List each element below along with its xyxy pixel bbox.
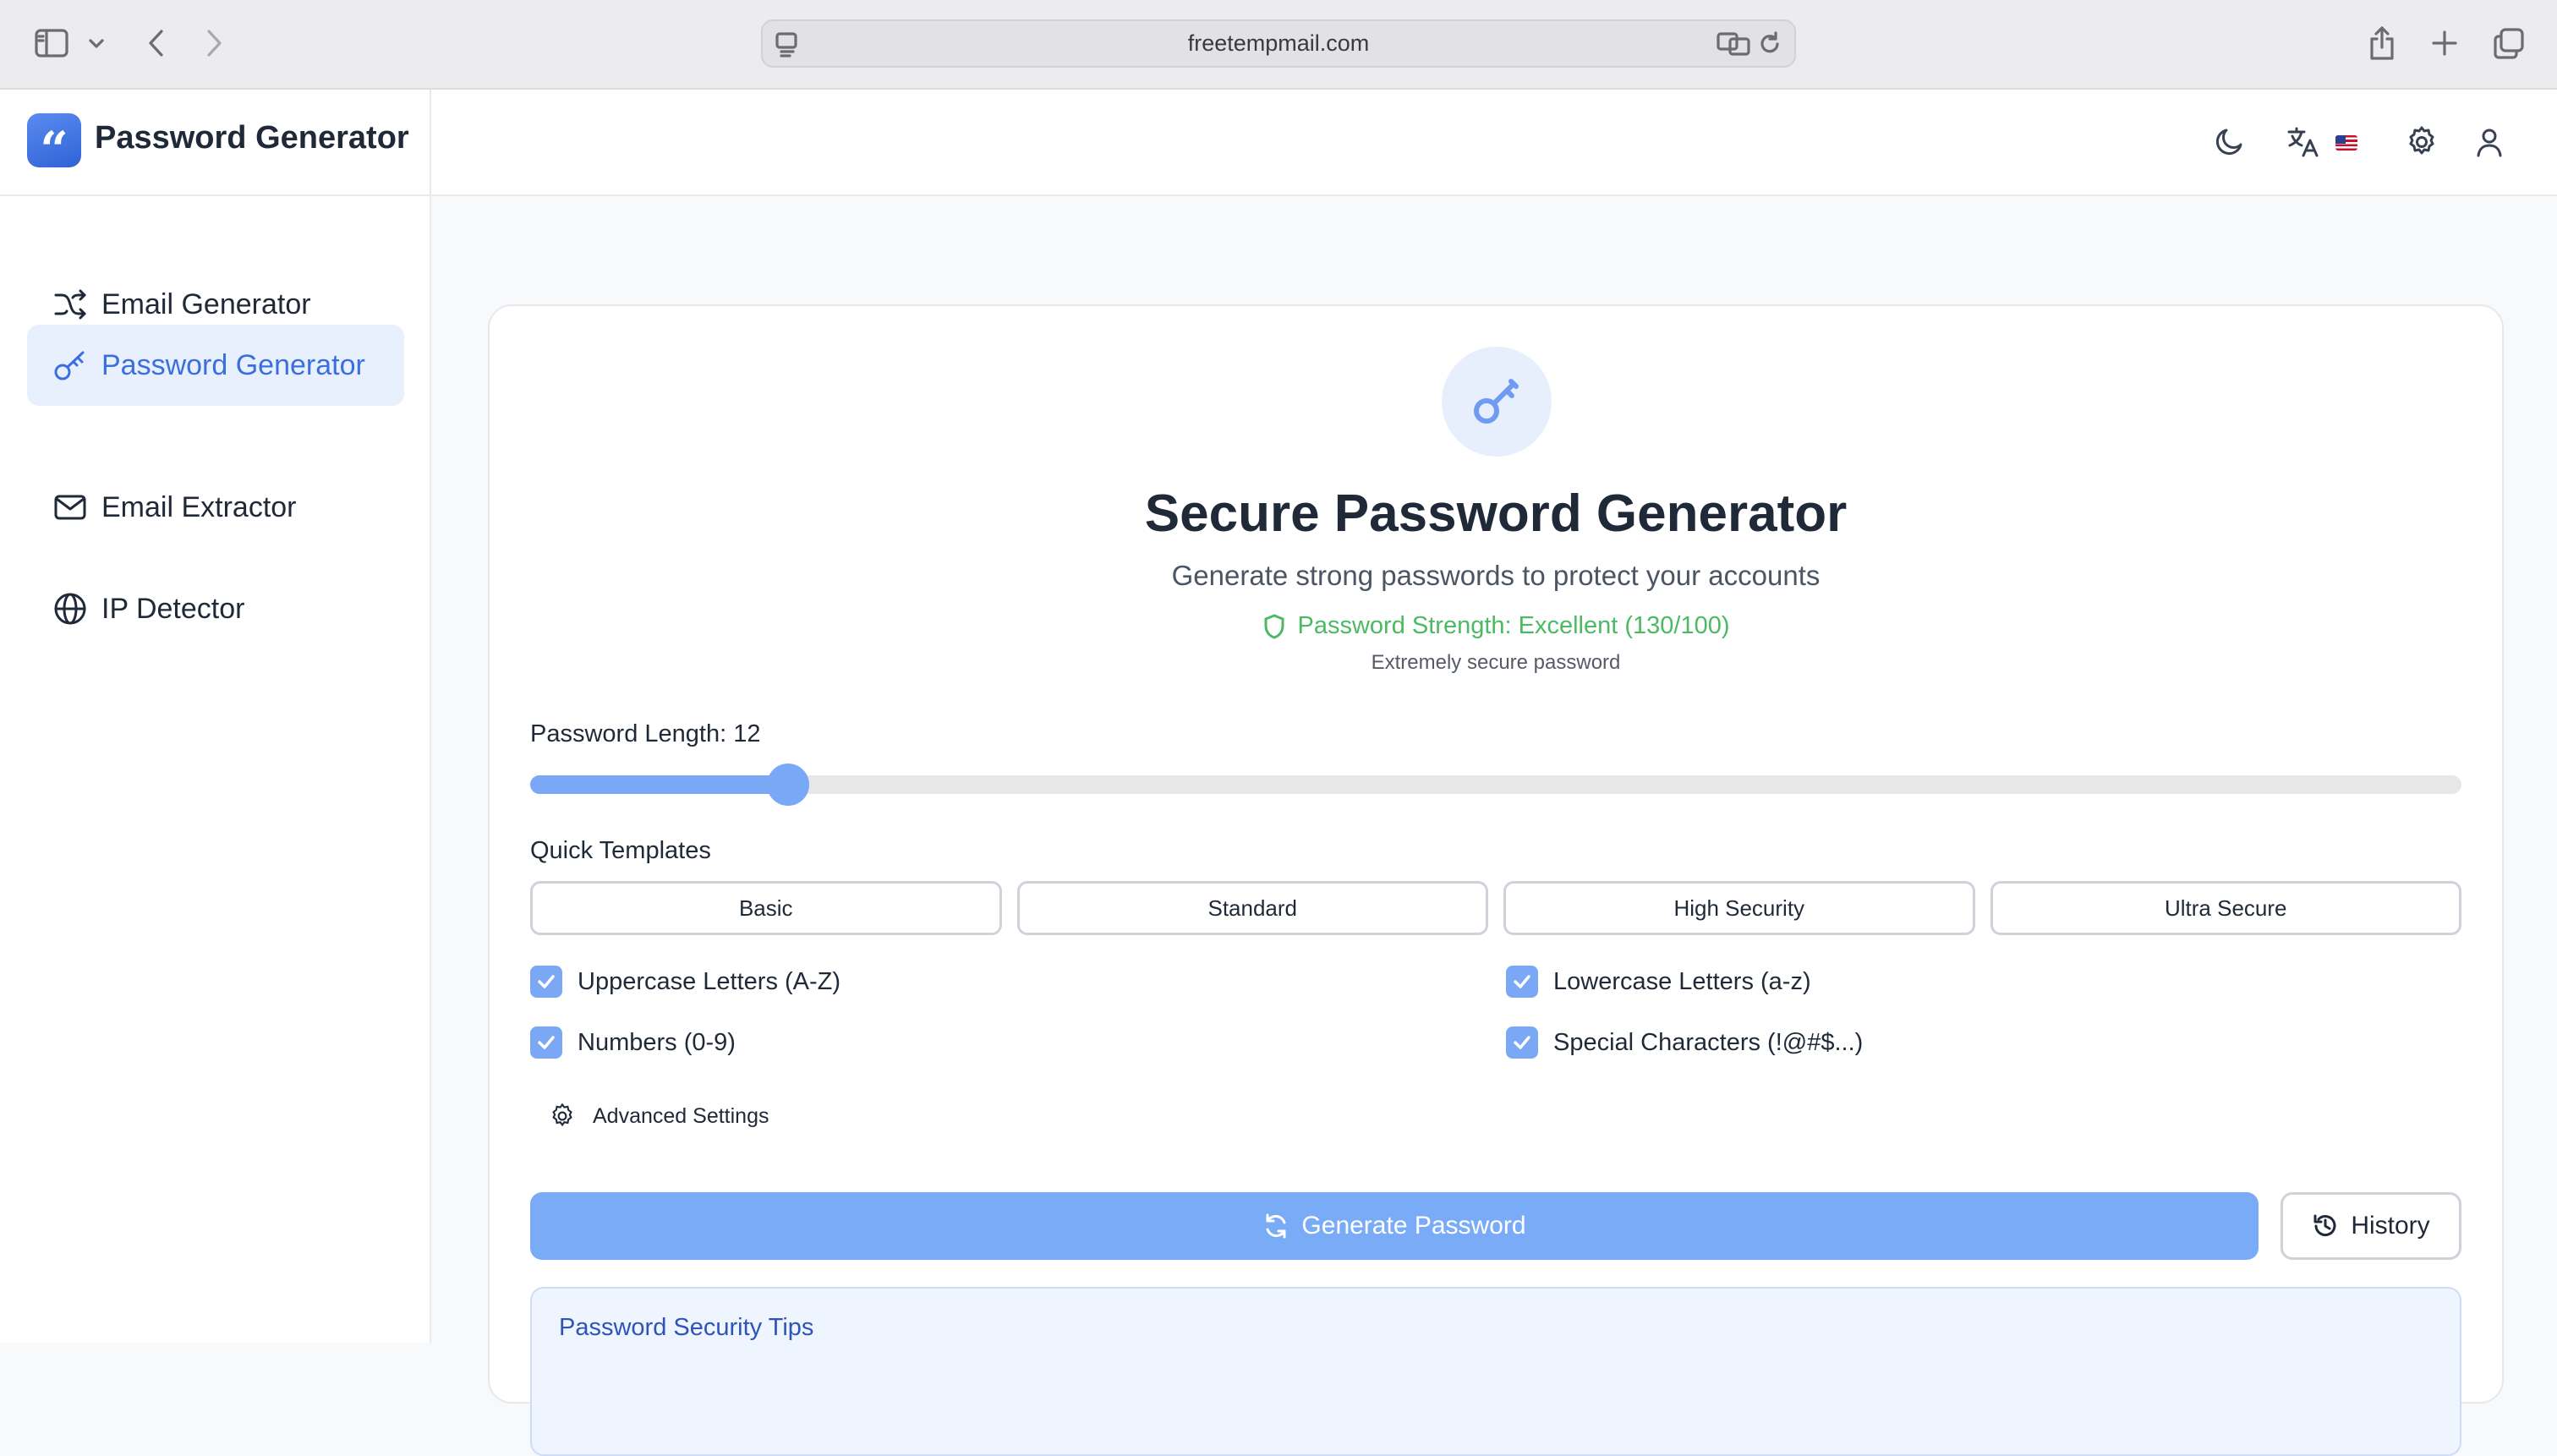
template-buttons: Basic Standard High Security Ultra Secur…	[530, 881, 2461, 935]
url-text: freetempmail.com	[1187, 30, 1370, 56]
app-title: Password Generator	[95, 120, 409, 156]
shield-icon	[1264, 613, 1284, 639]
shuffle-icon	[54, 289, 86, 320]
translate-page-icon[interactable]	[1717, 30, 1750, 63]
length-slider[interactable]	[530, 764, 2461, 806]
template-standard-button[interactable]: Standard	[1016, 881, 1488, 935]
checkbox-uppercase[interactable]	[530, 966, 562, 998]
refresh-icon	[1266, 1213, 1286, 1239]
key-icon	[54, 351, 85, 380]
option-lowercase[interactable]: Lowercase Letters (a-z)	[1506, 966, 1811, 998]
app-header: “ Password Generator	[0, 90, 2557, 196]
template-ultra-secure-button[interactable]: Ultra Secure	[1990, 881, 2461, 935]
template-high-security-button[interactable]: High Security	[1503, 881, 1975, 935]
advanced-settings-toggle[interactable]: Advanced Settings	[549, 1103, 769, 1130]
back-icon[interactable]	[135, 22, 178, 64]
tips-title: Password Security Tips	[559, 1314, 814, 1341]
address-bar[interactable]: freetempmail.com	[761, 19, 1796, 68]
generate-password-button[interactable]: Generate Password	[530, 1192, 2259, 1260]
option-label: Numbers (0-9)	[578, 1028, 736, 1056]
checkbox-lowercase[interactable]	[1506, 966, 1538, 998]
share-icon[interactable]	[2361, 22, 2403, 64]
strength-note: Extremely secure password	[1371, 651, 1621, 674]
checkbox-numbers[interactable]	[530, 1026, 562, 1059]
templates-label: Quick Templates	[530, 837, 711, 864]
brand[interactable]: “ Password Generator	[0, 90, 431, 194]
sidebar-item-ip-detector[interactable]: IP Detector	[27, 568, 404, 649]
moon-icon[interactable]	[2209, 122, 2249, 162]
gear-icon	[552, 1103, 572, 1127]
option-special-characters[interactable]: Special Characters (!@#$...)	[1506, 1026, 1863, 1059]
sidebar-item-label: Email Generator	[101, 287, 311, 320]
checkbox-special-characters[interactable]	[1506, 1026, 1538, 1059]
browser-toolbar: freetempmail.com	[0, 0, 2557, 90]
sidebar-item-label: Email Extractor	[101, 490, 297, 523]
sidebar-item-password-generator[interactable]: Password Generator	[27, 325, 404, 406]
page-subtitle: Generate strong passwords to protect you…	[1171, 560, 1821, 591]
history-label: History	[2351, 1212, 2430, 1240]
check-icon	[538, 1036, 555, 1049]
chevron-down-icon[interactable]	[78, 22, 115, 64]
sidebar-toggle-icon[interactable]	[30, 22, 73, 64]
option-label: Lowercase Letters (a-z)	[1553, 967, 1811, 995]
mail-icon	[54, 495, 86, 520]
user-icon[interactable]	[2469, 122, 2510, 162]
slider-fill	[530, 775, 788, 794]
key-icon	[1442, 347, 1552, 457]
slider-handle[interactable]	[767, 764, 809, 806]
sidebar-item-label: IP Detector	[101, 592, 245, 625]
history-button[interactable]: History	[2280, 1192, 2461, 1260]
option-numbers[interactable]: Numbers (0-9)	[530, 1026, 736, 1059]
strength-text: Password Strength: Excellent (130/100)	[1297, 612, 1730, 639]
new-tab-icon[interactable]	[2423, 22, 2466, 64]
sidebar-item-email-extractor[interactable]: Email Extractor	[27, 467, 404, 548]
strength-indicator: Password Strength: Excellent (130/100)	[490, 612, 2502, 640]
option-label: Uppercase Letters (A-Z)	[578, 967, 841, 995]
advanced-settings-label: Advanced Settings	[593, 1103, 769, 1128]
page-title: Secure Password Generator	[1144, 484, 1848, 543]
quote-logo-icon: “	[27, 113, 81, 174]
security-tips-panel: Password Security Tips	[530, 1287, 2461, 1456]
option-uppercase[interactable]: Uppercase Letters (A-Z)	[530, 966, 840, 998]
gear-icon[interactable]	[2401, 122, 2442, 162]
template-basic-button[interactable]: Basic	[530, 881, 1002, 935]
check-icon	[538, 975, 555, 988]
reload-icon[interactable]	[1757, 30, 1782, 63]
tab-overview-icon[interactable]	[2488, 22, 2530, 64]
check-icon	[1514, 1036, 1530, 1049]
forward-icon[interactable]	[193, 22, 235, 64]
translate-icon[interactable]	[2283, 122, 2324, 162]
history-icon	[2313, 1214, 2336, 1237]
sidebar-item-label: Password Generator	[101, 348, 365, 381]
page-menu-icon[interactable]	[775, 31, 800, 64]
sidebar: Email Generator Password Generator Email…	[0, 196, 431, 1343]
generate-label: Generate Password	[1301, 1212, 1526, 1240]
option-label: Special Characters (!@#$...)	[1553, 1028, 1864, 1056]
length-label: Password Length: 12	[530, 720, 761, 747]
password-generator-card: Secure Password Generator Generate stron…	[488, 304, 2504, 1456]
globe-icon	[54, 593, 86, 625]
check-icon	[1514, 975, 1530, 988]
us-flag-icon[interactable]	[2335, 135, 2357, 151]
